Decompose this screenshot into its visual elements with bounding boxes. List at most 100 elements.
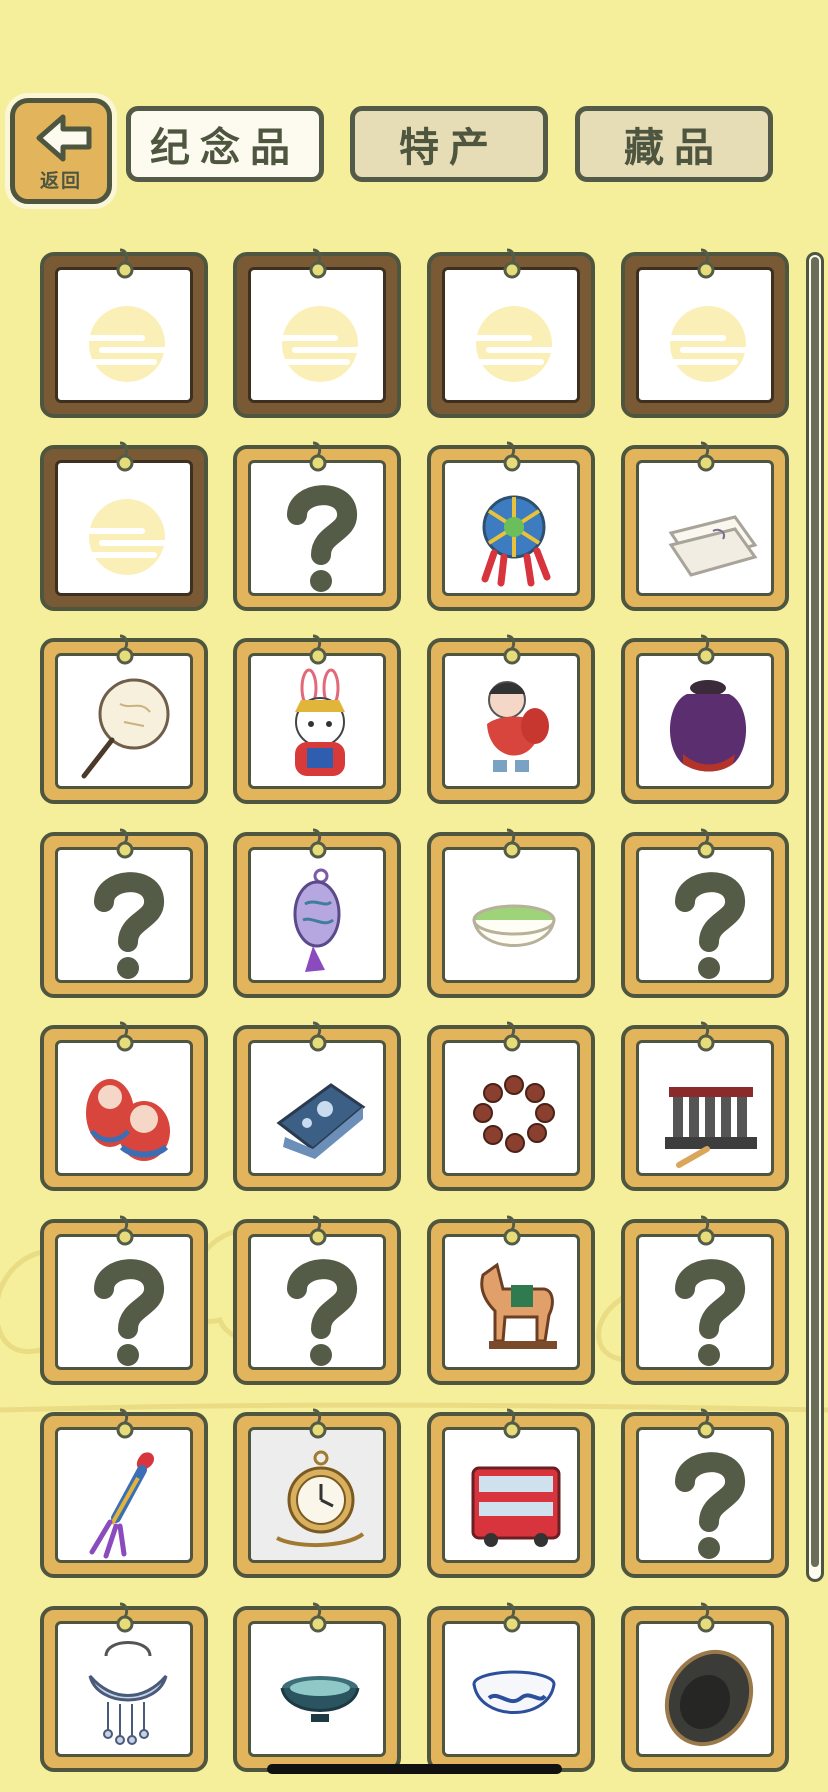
hang-hook-icon: [503, 1602, 521, 1633]
question-mark-icon: [287, 485, 357, 592]
card-face: [55, 460, 193, 596]
porcelain-bowl-icon: [472, 1670, 556, 1714]
collection-card[interactable]: [621, 1021, 789, 1191]
locked-placeholder-icon: [468, 306, 560, 382]
hang-hook-icon: [503, 248, 521, 279]
collection-card[interactable]: [621, 1602, 789, 1772]
card-face: [442, 653, 580, 789]
question-mark-icon: [675, 1452, 745, 1559]
question-mark-icon: [94, 872, 164, 979]
collection-card[interactable]: [427, 1021, 595, 1191]
pottery-jar-icon: [669, 680, 747, 772]
card-face: [442, 1040, 580, 1176]
collection-card[interactable]: [40, 248, 208, 418]
hang-hook-icon: [697, 1021, 715, 1052]
collection-card[interactable]: [40, 828, 208, 998]
gamelan-instrument-icon: [665, 1087, 757, 1168]
hang-hook-icon: [309, 634, 327, 665]
card-face: [55, 653, 193, 789]
collection-card[interactable]: [233, 1602, 401, 1772]
collection-card[interactable]: [40, 1602, 208, 1772]
card-face: [636, 847, 774, 983]
hang-hook-icon: [116, 248, 134, 279]
card-face: [442, 847, 580, 983]
collection-card[interactable]: [233, 634, 401, 804]
hang-hook-icon: [116, 441, 134, 472]
locked-placeholder-icon: [81, 306, 173, 382]
double-decker-bus-icon: [471, 1466, 561, 1547]
collection-card[interactable]: [233, 1408, 401, 1578]
hang-hook-icon: [309, 1602, 327, 1633]
hang-hook-icon: [697, 248, 715, 279]
pocket-watch-icon: [276, 1450, 365, 1547]
collection-card[interactable]: [40, 1408, 208, 1578]
scrollbar-thumb[interactable]: [811, 257, 819, 1567]
hang-hook-icon: [116, 634, 134, 665]
hang-hook-icon: [503, 1021, 521, 1052]
hang-hook-icon: [503, 634, 521, 665]
hang-hook-icon: [116, 1215, 134, 1246]
hang-hook-icon: [697, 1408, 715, 1439]
collection-card[interactable]: [621, 1215, 789, 1385]
card-face: [248, 267, 386, 403]
card-face: [442, 1621, 580, 1757]
collection-card[interactable]: [40, 1215, 208, 1385]
card-face: [248, 460, 386, 596]
collection-card[interactable]: [427, 1408, 595, 1578]
collection-card[interactable]: [621, 828, 789, 998]
card-face: [636, 1427, 774, 1563]
collection-card[interactable]: [233, 441, 401, 611]
hang-hook-icon: [503, 1215, 521, 1246]
collection-card[interactable]: [427, 1602, 595, 1772]
card-face: [636, 1234, 774, 1370]
collection-card[interactable]: [40, 1021, 208, 1191]
collection-card[interactable]: [427, 1215, 595, 1385]
matcha-bowl-icon: [472, 904, 556, 947]
collection-card[interactable]: [427, 248, 595, 418]
collection-card[interactable]: [621, 1408, 789, 1578]
silk-fan-icon: [81, 678, 170, 779]
scrollbar[interactable]: [806, 252, 824, 1582]
collection-card[interactable]: [621, 634, 789, 804]
hang-hook-icon: [697, 1602, 715, 1633]
silver-lock-pendant-icon: [88, 1641, 168, 1745]
card-face: [55, 1621, 193, 1757]
collection-card[interactable]: [427, 634, 595, 804]
hang-hook-icon: [697, 1215, 715, 1246]
tang-horse-icon: [480, 1262, 557, 1349]
card-face: [55, 1040, 193, 1176]
collection-card[interactable]: [233, 248, 401, 418]
card-face: [442, 1234, 580, 1370]
locked-placeholder-icon: [81, 499, 173, 575]
question-mark-icon: [675, 872, 745, 979]
rabbit-figurine-icon: [295, 668, 345, 776]
collection-card[interactable]: [233, 1215, 401, 1385]
locked-placeholder-icon: [662, 306, 754, 382]
paisley-scarf-icon: [276, 1083, 366, 1159]
collection-card[interactable]: [233, 828, 401, 998]
collection-grid: [0, 0, 828, 1792]
collection-card[interactable]: [40, 634, 208, 804]
card-face: [55, 1234, 193, 1370]
card-face: [442, 267, 580, 403]
hang-hook-icon: [116, 1408, 134, 1439]
card-face: [55, 847, 193, 983]
collection-card[interactable]: [621, 441, 789, 611]
card-face: [248, 1427, 386, 1563]
clay-doll-icon: [487, 681, 549, 772]
card-face: [248, 1040, 386, 1176]
card-face: [636, 1621, 774, 1757]
hang-hook-icon: [309, 441, 327, 472]
collection-card[interactable]: [427, 828, 595, 998]
temari-ball-icon: [481, 495, 551, 587]
collection-card[interactable]: [621, 248, 789, 418]
hang-hook-icon: [116, 828, 134, 859]
hang-hook-icon: [309, 248, 327, 279]
collection-card[interactable]: [233, 1021, 401, 1191]
card-face: [248, 847, 386, 983]
hang-hook-icon: [697, 828, 715, 859]
collection-card[interactable]: [427, 441, 595, 611]
hang-hook-icon: [116, 1021, 134, 1052]
collection-card[interactable]: [40, 441, 208, 611]
hang-hook-icon: [309, 828, 327, 859]
